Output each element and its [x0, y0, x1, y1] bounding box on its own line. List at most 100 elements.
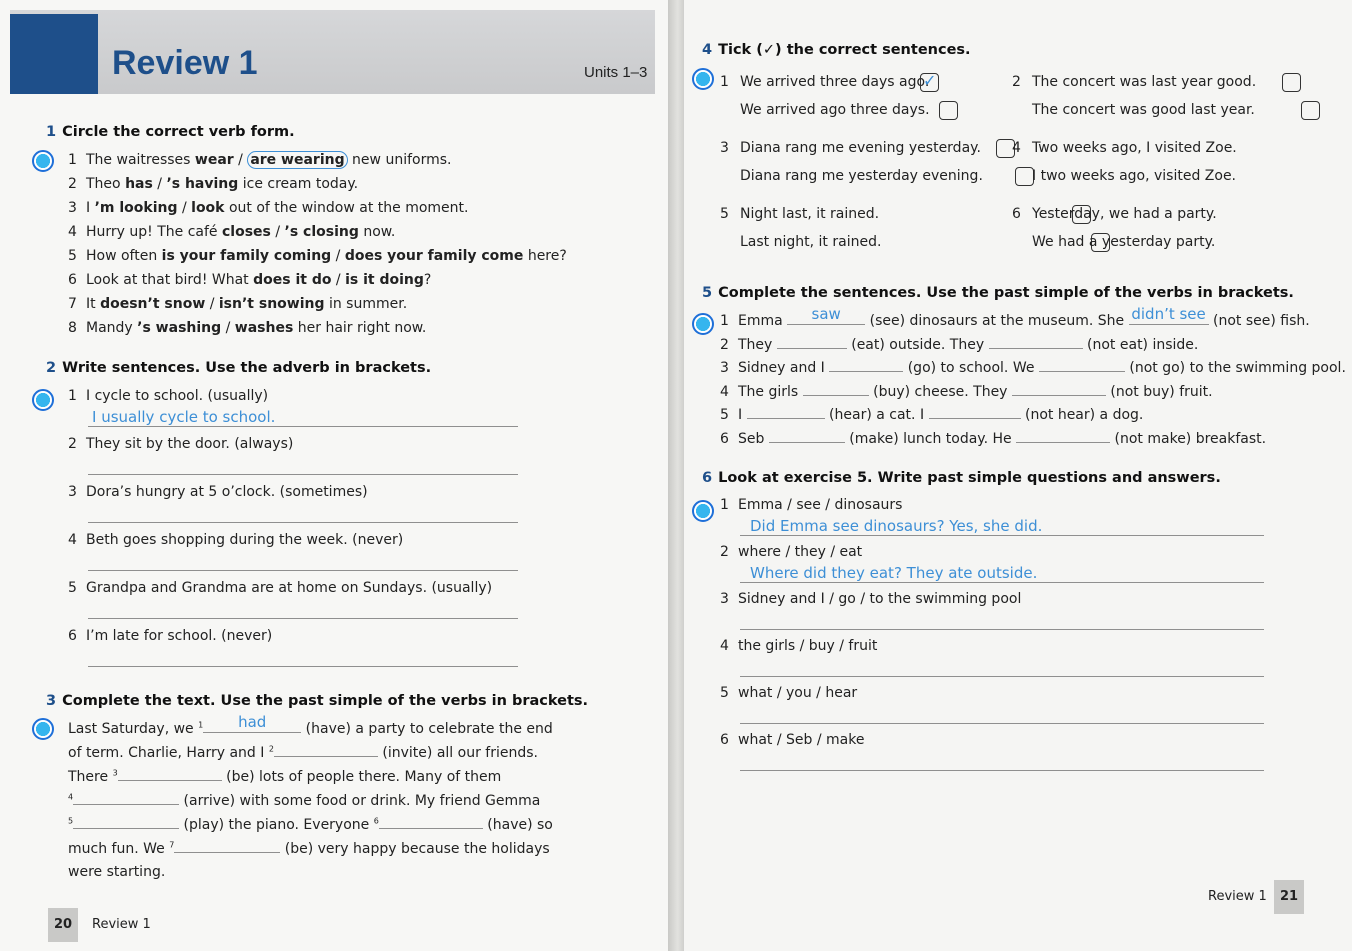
option-separator: / [152, 176, 167, 192]
option-a[interactable]: has [125, 176, 153, 192]
ex3-blank-2[interactable] [273, 744, 378, 757]
tick-checkbox[interactable]: ✓ [920, 71, 939, 92]
answer-blank[interactable] [746, 406, 825, 419]
answer-line[interactable] [88, 618, 518, 619]
ex3-line-1: Last Saturday, we 1 had (have) a party to… [68, 713, 553, 737]
option-a[interactable]: closes [222, 224, 271, 240]
item-number: 5 [720, 206, 729, 222]
progress-marker-icon [32, 150, 54, 172]
answer-line[interactable] [88, 666, 518, 667]
ex3-line-2: of term. Charlie, Harry and I 2 (invite)… [68, 744, 538, 761]
option-separator: / [205, 296, 219, 312]
ex1-item: 4 Hurry up! The café closes / ’s closing … [68, 224, 395, 240]
item-text: in summer. [324, 296, 408, 312]
answer-blank[interactable]: saw [787, 305, 866, 325]
answer-blank[interactable] [928, 406, 1021, 419]
answer-line[interactable] [88, 570, 518, 571]
option-a[interactable]: doesn’t snow [100, 296, 205, 312]
answer-text: I usually cycle to school. [92, 408, 276, 426]
answer-text: Where did they eat? They ate outside. [750, 564, 1038, 582]
option-b[interactable]: does your family come [345, 248, 524, 264]
answer-blank[interactable] [1038, 359, 1125, 372]
item-text: (make) lunch today. He [849, 430, 1012, 447]
ex3-blank-3[interactable] [117, 768, 222, 781]
ex5-item: 5I (hear) a cat. I (not hear) a dog. [720, 406, 1143, 423]
answer-line[interactable] [88, 426, 518, 427]
answer-blank[interactable]: didn’t see [1128, 305, 1209, 325]
answer-line[interactable] [740, 629, 1264, 630]
answer-line[interactable] [88, 522, 518, 523]
item-text: (not go) to the swimming pool. [1129, 360, 1346, 376]
item-number: 6 [720, 430, 729, 447]
ex1-item: 3I ’m looking / look out of the window a… [68, 200, 468, 216]
answer-line[interactable] [740, 535, 1264, 536]
answer-text: Did Emma see dinosaurs? Yes, she did. [750, 517, 1043, 535]
option-separator: / [221, 320, 235, 336]
option-a[interactable]: is your family coming [162, 248, 332, 264]
answer-blank[interactable] [1011, 383, 1106, 396]
sentence-option: Yesterday, we had a party. [1032, 206, 1217, 222]
option-a[interactable]: does it do [253, 272, 331, 288]
ex3-blank-4[interactable] [73, 792, 180, 805]
item-text: ? [423, 272, 432, 288]
option-a[interactable]: ’s washing [137, 320, 221, 336]
item-prompt: what / you / hear [738, 685, 858, 701]
ex3-blank-1[interactable]: had [203, 713, 302, 733]
answer-line[interactable] [740, 582, 1264, 583]
answer-line[interactable] [88, 474, 518, 475]
answer-line[interactable] [740, 676, 1264, 677]
sentence-option: The concert was good last year. [1032, 102, 1255, 118]
item-number: 4 [720, 638, 729, 654]
item-text: (not eat) inside. [1087, 336, 1199, 353]
ex5-item: 4 The girls (buy) cheese. They (not buy) … [720, 383, 1213, 400]
ex3-blank-6[interactable] [378, 816, 483, 829]
page-number: 20 [48, 908, 78, 942]
ex3-line-3: There 3 (be) lots of people there. Many … [68, 768, 502, 785]
answer-line[interactable] [740, 770, 1264, 771]
ex3-line-7: were starting. [68, 864, 166, 880]
sentence-option: Diana rang me evening yesterday. [740, 140, 981, 156]
ex3-blank-5[interactable] [73, 816, 180, 829]
ex6-item: 6 what / Seb / make [720, 732, 864, 748]
item-text: her hair right now. [293, 320, 427, 336]
sentence-option: The concert was last year good. [1032, 74, 1257, 90]
header-blue-block [10, 14, 98, 94]
item-number: 4 [720, 383, 729, 400]
item-text: out of the window at the moment. [224, 200, 469, 216]
ex5-item: 6 Seb (make) lunch today. He (not make) b… [720, 430, 1266, 447]
answer-line[interactable] [740, 723, 1264, 724]
answer-blank[interactable] [776, 336, 847, 349]
ex2-item: 5 Grandpa and Grandma are at home on Sund… [68, 580, 492, 596]
ex3-title: 3 Complete the text. Use the past simple … [46, 693, 589, 709]
answer-blank[interactable] [829, 359, 904, 372]
item-number: 5 [68, 248, 77, 264]
item-text: now. [358, 224, 396, 240]
tick-checkbox[interactable] [939, 101, 958, 120]
sentence-option: Last night, it rained. [740, 234, 882, 250]
answer-blank[interactable] [988, 336, 1083, 349]
option-b[interactable]: washes [235, 320, 294, 336]
option-a[interactable]: ’m looking [95, 200, 178, 216]
answer-text: saw [811, 305, 841, 323]
answer-blank[interactable] [802, 383, 869, 396]
item-number: 7 [68, 296, 77, 312]
tick-checkbox[interactable] [1301, 101, 1320, 120]
option-b[interactable]: ’s having [166, 176, 238, 192]
answer-text: didn’t see [1131, 305, 1206, 323]
option-b[interactable]: is it doing [345, 272, 424, 288]
option-b[interactable]: ’s closing [285, 224, 359, 240]
option-a[interactable]: wear [195, 152, 234, 168]
item-number: 4 [68, 532, 77, 548]
ex1-item: 1 The waitresses wear / are wearing new u… [68, 151, 451, 169]
item-number: 1 [720, 313, 729, 329]
item-prompt: where / they / eat [738, 544, 863, 560]
option-b[interactable]: isn’t snowing [219, 296, 325, 312]
option-b[interactable]: look [191, 200, 224, 216]
answer-blank[interactable] [1016, 430, 1111, 443]
tick-checkbox[interactable] [1282, 73, 1301, 92]
option-b[interactable]: are wearing [247, 151, 348, 169]
ex6-title: 6 Look at exercise 5. Write past simple q… [702, 470, 1221, 486]
book-gutter [668, 0, 684, 951]
ex3-blank-7[interactable] [174, 840, 281, 853]
answer-blank[interactable] [768, 430, 845, 443]
